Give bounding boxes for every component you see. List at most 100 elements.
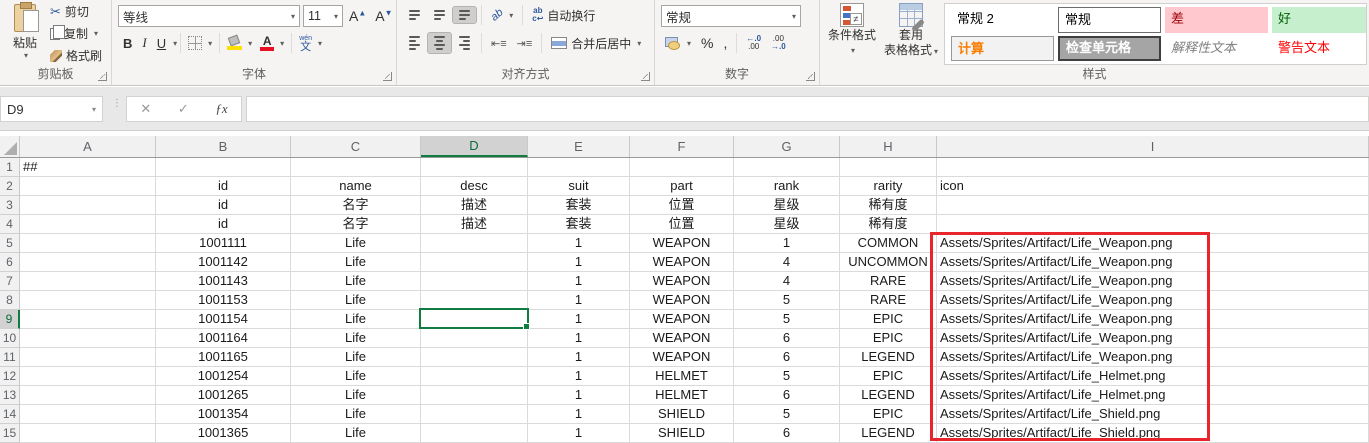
increase-indent-button[interactable]: ⇥≡	[513, 36, 537, 51]
cell-E12[interactable]: 1	[528, 367, 630, 386]
comma-style-button[interactable]: ,	[719, 34, 731, 52]
cell-C9[interactable]: Life	[291, 310, 421, 329]
orientation-button[interactable]: ab▾	[487, 8, 517, 22]
cell-G1[interactable]	[734, 158, 840, 177]
paste-button[interactable]: 粘贴 ▾	[6, 4, 44, 64]
bold-button[interactable]: B	[118, 36, 137, 51]
row-header-8[interactable]: 8	[0, 291, 20, 310]
cancel-icon[interactable]: ✕	[140, 101, 151, 117]
row-header-6[interactable]: 6	[0, 253, 20, 272]
cell-H5[interactable]: COMMON	[840, 234, 937, 253]
cell-A10[interactable]	[20, 329, 156, 348]
cell-F7[interactable]: WEAPON	[630, 272, 734, 291]
cell-G2[interactable]: rank	[734, 177, 840, 196]
column-header-A[interactable]: A	[20, 136, 156, 157]
cell-F13[interactable]: HELMET	[630, 386, 734, 405]
cell-A1[interactable]: ##	[20, 158, 156, 177]
insert-function-icon[interactable]: ƒx	[215, 101, 227, 117]
cell-C10[interactable]: Life	[291, 329, 421, 348]
cell-H9[interactable]: EPIC	[840, 310, 937, 329]
style-explain[interactable]: 解释性文本	[1165, 36, 1268, 62]
formula-input[interactable]	[246, 96, 1369, 122]
cell-E5[interactable]: 1	[528, 234, 630, 253]
cell-F2[interactable]: part	[630, 177, 734, 196]
cell-B12[interactable]: 1001254	[156, 367, 291, 386]
phonetic-button[interactable]: wén文 ▾	[295, 33, 326, 53]
row-header-11[interactable]: 11	[0, 348, 20, 367]
accounting-dropdown-icon[interactable]: ▾	[687, 39, 691, 48]
font-size-combo[interactable]: 11 ▾	[303, 5, 343, 27]
decrease-indent-button[interactable]: ⇤≡	[487, 36, 511, 51]
cell-H11[interactable]: LEGEND	[840, 348, 937, 367]
column-header-H[interactable]: H	[840, 136, 937, 157]
cell-C2[interactable]: name	[291, 177, 421, 196]
cell-H1[interactable]	[840, 158, 937, 177]
cut-button[interactable]: ✂ 剪切	[46, 2, 106, 21]
cell-B7[interactable]: 1001143	[156, 272, 291, 291]
enter-icon[interactable]: ✓	[178, 101, 189, 117]
cell-E7[interactable]: 1	[528, 272, 630, 291]
cell-A2[interactable]	[20, 177, 156, 196]
align-center-button[interactable]	[428, 33, 451, 53]
cell-E1[interactable]	[528, 158, 630, 177]
cell-F4[interactable]: 位置	[630, 215, 734, 234]
cell-B13[interactable]: 1001265	[156, 386, 291, 405]
font-name-combo[interactable]: 等线 ▾	[118, 5, 300, 27]
format-as-table-button[interactable]: 套用 表格格式▾	[882, 3, 940, 65]
select-all-button[interactable]	[0, 136, 20, 157]
copy-button[interactable]: 复制 ▾	[46, 24, 106, 43]
cell-F5[interactable]: WEAPON	[630, 234, 734, 253]
row-header-15[interactable]: 15	[0, 424, 20, 443]
cell-B2[interactable]: id	[156, 177, 291, 196]
style-bad[interactable]: 差	[1165, 7, 1268, 33]
wrap-text-button[interactable]: abc↩ 自动换行	[528, 6, 599, 25]
row-header-7[interactable]: 7	[0, 272, 20, 291]
cell-B15[interactable]: 1001365	[156, 424, 291, 443]
column-header-B[interactable]: B	[156, 136, 291, 157]
cell-E10[interactable]: 1	[528, 329, 630, 348]
cell-C3[interactable]: 名字	[291, 196, 421, 215]
cell-I3[interactable]	[937, 196, 1369, 215]
borders-dropdown-icon[interactable]: ▾	[208, 39, 212, 48]
cell-D12[interactable]	[421, 367, 528, 386]
number-dialog-launcher-icon[interactable]	[806, 72, 815, 81]
orientation-dropdown-icon[interactable]: ▾	[509, 11, 513, 20]
borders-button[interactable]: ▾	[184, 35, 216, 51]
cell-B4[interactable]: id	[156, 215, 291, 234]
align-bottom-button[interactable]	[453, 7, 476, 23]
row-header-1[interactable]: 1	[0, 158, 20, 177]
font-name-dropdown-icon[interactable]: ▾	[291, 12, 295, 21]
cell-A7[interactable]	[20, 272, 156, 291]
cell-A4[interactable]	[20, 215, 156, 234]
merge-center-button[interactable]: 合并后居中 ▾	[547, 34, 645, 53]
row-header-4[interactable]: 4	[0, 215, 20, 234]
formula-bar-resize-handle[interactable]: ⋮	[112, 101, 116, 117]
cell-H3[interactable]: 稀有度	[840, 196, 937, 215]
row-header-13[interactable]: 13	[0, 386, 20, 405]
cell-A11[interactable]	[20, 348, 156, 367]
cell-E14[interactable]: 1	[528, 405, 630, 424]
style-good[interactable]: 好	[1272, 7, 1367, 33]
cell-C15[interactable]: Life	[291, 424, 421, 443]
cell-H13[interactable]: LEGEND	[840, 386, 937, 405]
style-calc[interactable]: 计算	[951, 36, 1054, 62]
name-box[interactable]: D9 ▾	[0, 96, 103, 122]
cell-D15[interactable]	[421, 424, 528, 443]
merge-center-dropdown-icon[interactable]: ▾	[637, 39, 641, 48]
cell-D13[interactable]	[421, 386, 528, 405]
cell-C4[interactable]: 名字	[291, 215, 421, 234]
clipboard-dialog-launcher-icon[interactable]	[98, 72, 107, 81]
decrease-font-icon[interactable]: A▼	[372, 8, 395, 24]
cell-G15[interactable]: 6	[734, 424, 840, 443]
cell-C7[interactable]: Life	[291, 272, 421, 291]
cell-A8[interactable]	[20, 291, 156, 310]
cell-A13[interactable]	[20, 386, 156, 405]
cell-E4[interactable]: 套装	[528, 215, 630, 234]
cell-D6[interactable]	[421, 253, 528, 272]
align-middle-button[interactable]	[428, 7, 451, 23]
cell-D2[interactable]: desc	[421, 177, 528, 196]
copy-dropdown-icon[interactable]: ▾	[94, 29, 98, 38]
format-painter-button[interactable]: 格式刷	[46, 46, 106, 65]
cell-I2[interactable]: icon	[937, 177, 1369, 196]
row-header-9[interactable]: 9	[0, 310, 20, 329]
